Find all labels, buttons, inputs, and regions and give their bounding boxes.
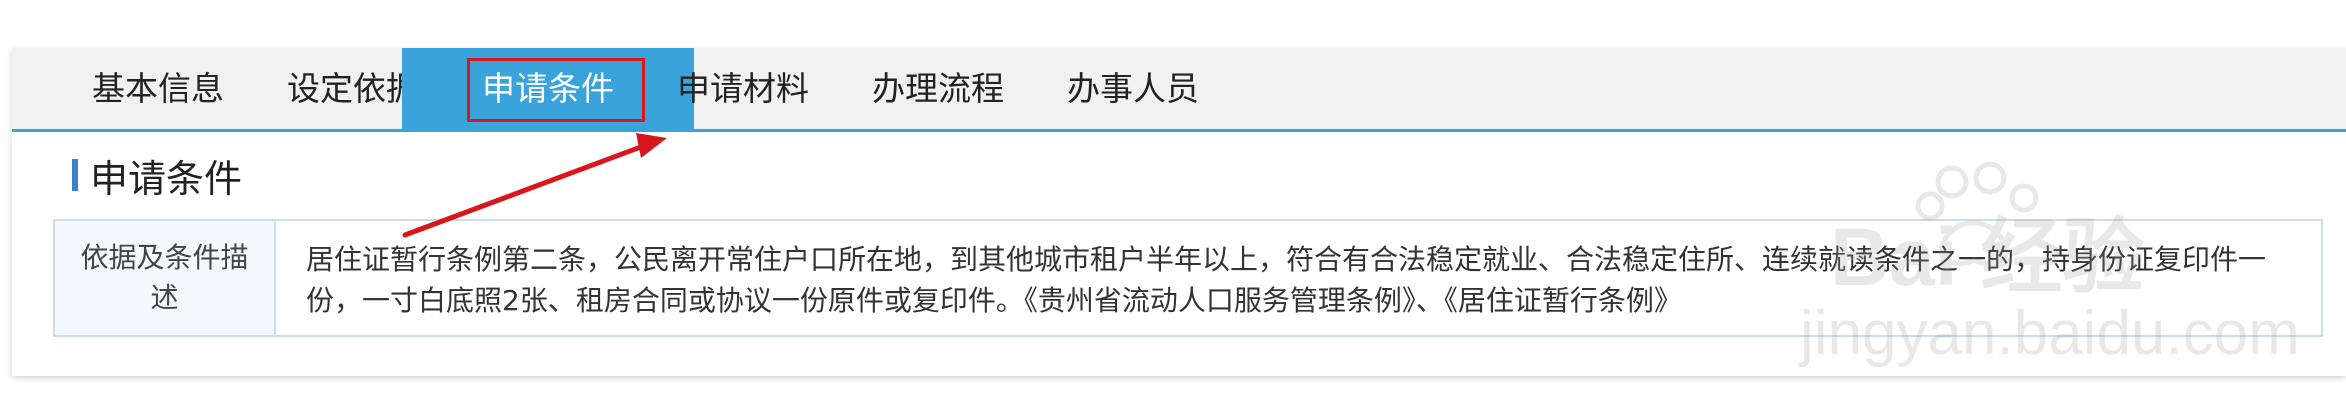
tab-label: 办事人员 [1067, 69, 1199, 108]
content-panel: 基本信息 设定依据 申请条件 申请材料 办理流程 办事人员 申请条件 依据及条件… [12, 48, 2346, 376]
tab-bar: 基本信息 设定依据 申请条件 申请材料 办理流程 办事人员 [12, 48, 2346, 132]
title-accent-bar [72, 159, 78, 191]
tab-label: 设定依据 [287, 69, 419, 108]
page: 基本信息 设定依据 申请条件 申请材料 办理流程 办事人员 申请条件 依据及条件… [0, 0, 2346, 420]
section-title: 申请条件 [72, 152, 242, 201]
tab-staff[interactable]: 办事人员 [987, 48, 1279, 129]
section-title-text: 申请条件 [90, 156, 243, 201]
tab-label: 申请材料 [677, 69, 809, 108]
tab-label: 办理流程 [872, 69, 1004, 108]
conditions-label-cell: 依据及条件描述 [55, 221, 276, 335]
conditions-table: 依据及条件描述 居住证暂行条例第二条，公民离开常住户口所在地，到其他城市租户半年… [53, 219, 2323, 337]
tab-label: 基本信息 [92, 69, 224, 108]
conditions-value-cell: 居住证暂行条例第二条，公民离开常住户口所在地，到其他城市租户半年以上，符合有合法… [306, 243, 2267, 317]
